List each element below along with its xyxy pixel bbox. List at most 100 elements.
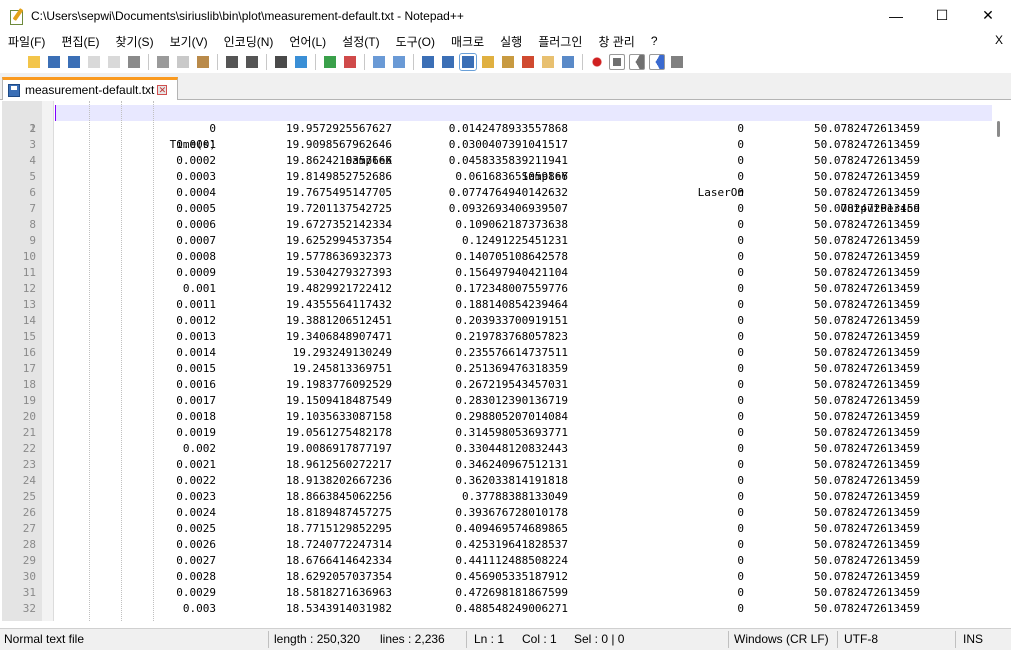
minimize-button[interactable]: — (873, 0, 919, 31)
zoom-out-icon[interactable] (342, 54, 358, 70)
menu-macro[interactable]: 매크로 (443, 33, 492, 50)
run-macro-multiple-icon[interactable] (649, 54, 665, 70)
menu-help[interactable]: ? (643, 34, 666, 48)
undo-icon[interactable] (224, 54, 240, 70)
col-samplex: 19.0561275482178 (286, 426, 392, 439)
line-number: 32 (22, 602, 36, 615)
col-time: 0.0028 (176, 570, 216, 583)
close-icon[interactable] (86, 54, 102, 70)
status-eol[interactable]: Windows (CR LF) (734, 629, 829, 650)
word-wrap-icon[interactable] (420, 54, 436, 70)
col-time: 0.0026 (176, 538, 216, 551)
zoom-in-icon[interactable] (322, 54, 338, 70)
scrollbar-thumb[interactable] (997, 121, 1000, 137)
close-window-button[interactable]: ✕ (965, 0, 1011, 31)
save-macro-icon[interactable] (669, 54, 685, 70)
status-encoding[interactable]: UTF-8 (844, 629, 878, 650)
col-laseron: 0 (737, 282, 744, 295)
copy-icon[interactable] (175, 54, 191, 70)
col-outputperiod: 50.0782472613459 (814, 378, 920, 391)
menu-encoding[interactable]: 인코딩(N) (216, 33, 282, 50)
menu-bar: 파일(F) 편집(E) 찾기(S) 보기(V) 인코딩(N) 언어(L) 설정(… (0, 31, 1011, 51)
col-laseron: 0 (737, 330, 744, 343)
maximize-button[interactable]: ☐ (919, 0, 965, 31)
monitoring-icon[interactable] (560, 54, 576, 70)
menu-tools[interactable]: 도구(O) (388, 33, 443, 50)
col-outputperiod: 50.0782472613459 (814, 282, 920, 295)
title-bar: C:\Users\sepwi\Documents\siriuslib\bin\p… (0, 0, 1011, 31)
col-laseron: 0 (737, 522, 744, 535)
redo-icon[interactable] (244, 54, 260, 70)
col-laseron: 0 (737, 554, 744, 567)
data-line: 9 0.0007 19.6252994537354 0.12491225451231 0… (2, 233, 992, 249)
col-laseron: 0 (737, 314, 744, 327)
replace-icon[interactable] (293, 54, 309, 70)
col-outputperiod: 50.0782472613459 (814, 410, 920, 423)
print-icon[interactable] (126, 54, 142, 70)
col-laseron: 0 (737, 122, 744, 135)
data-line: 4 0.0002 19.8624210357666 0.045833583921194… (2, 153, 992, 169)
text-editor[interactable]: 1 Time(s) SampleX SampleY LaserOn Output… (2, 101, 992, 621)
close-all-icon[interactable] (106, 54, 122, 70)
folder-workspace-icon[interactable] (540, 54, 556, 70)
find-icon[interactable] (273, 54, 289, 70)
save-icon[interactable] (46, 54, 62, 70)
col-outputperiod: 50.0782472613459 (814, 570, 920, 583)
col-samplex: 18.9138202667236 (286, 474, 392, 487)
col-time: 0.0013 (176, 330, 216, 343)
sync-vertical-icon[interactable] (371, 54, 387, 70)
menu-file[interactable]: 파일(F) (0, 33, 53, 50)
col-sampley: 0.441112488508224 (455, 554, 568, 567)
stop-macro-icon[interactable] (609, 54, 625, 70)
indent-guide-icon[interactable] (459, 53, 477, 71)
doc-map-icon[interactable] (500, 54, 516, 70)
status-file-type: Normal text file (4, 632, 85, 646)
open-file-icon[interactable] (26, 54, 42, 70)
col-sampley: 0.267219543457031 (455, 378, 568, 391)
notepadpp-app-icon[interactable] (9, 7, 25, 25)
data-line: 16 0.0014 19.293249130249 0.235576614737511… (2, 345, 992, 361)
col-sampley: 0.12491225451231 (462, 234, 568, 247)
col-samplex: 19.245813369751 (292, 362, 392, 375)
window-title: C:\Users\sepwi\Documents\siriuslib\bin\p… (31, 8, 464, 23)
header-line: 1 Time(s) SampleX SampleY LaserOn Output… (2, 105, 992, 215)
col-time: 0.0021 (176, 458, 216, 471)
sync-horizontal-icon[interactable] (391, 54, 407, 70)
save-all-icon[interactable] (66, 54, 82, 70)
menu-edit[interactable]: 편집(E) (53, 33, 107, 50)
function-list-icon[interactable] (520, 54, 536, 70)
vertical-scrollbar[interactable] (992, 101, 1009, 621)
menu-run[interactable]: 실행 (492, 33, 530, 50)
menu-plugins[interactable]: 플러그인 (530, 33, 590, 50)
col-samplex: 19.0086917877197 (286, 442, 392, 455)
line-number: 8 (29, 218, 36, 231)
col-sampley: 0.0458335839211941 (448, 154, 568, 167)
menu-language[interactable]: 언어(L) (281, 33, 334, 50)
menu-view[interactable]: 보기(V) (162, 33, 216, 50)
show-all-chars-icon[interactable] (440, 54, 456, 70)
col-outputperiod: 50.0782472613459 (814, 298, 920, 311)
line-number: 6 (29, 186, 36, 199)
line-number: 3 (29, 138, 36, 151)
status-insert-mode[interactable]: INS (963, 629, 983, 650)
text-caret (55, 105, 56, 121)
tab-measurement-default[interactable]: measurement-default.txt ✕ (2, 77, 178, 100)
udl-icon[interactable] (480, 54, 496, 70)
menu-search[interactable]: 찾기(S) (107, 33, 161, 50)
data-line: 24 0.0022 18.9138202667236 0.36203381419181… (2, 473, 992, 489)
play-macro-icon[interactable] (629, 54, 645, 70)
menu-window[interactable]: 창 관리 (590, 33, 642, 50)
new-file-icon[interactable] (6, 54, 22, 70)
col-sampley: 0.0300407391041517 (448, 138, 568, 151)
close-document-button[interactable]: X (995, 33, 1003, 47)
paste-icon[interactable] (195, 54, 211, 70)
col-sampley: 0.172348007559776 (455, 282, 568, 295)
toolbar-separator (582, 54, 583, 70)
col-outputperiod: 50.0782472613459 (814, 138, 920, 151)
col-laseron: 0 (737, 506, 744, 519)
col-samplex: 19.6727352142334 (286, 218, 392, 231)
cut-icon[interactable] (155, 54, 171, 70)
menu-settings[interactable]: 설정(T) (334, 33, 387, 50)
tab-close-icon[interactable]: ✕ (157, 85, 168, 95)
record-macro-icon[interactable] (589, 54, 605, 70)
